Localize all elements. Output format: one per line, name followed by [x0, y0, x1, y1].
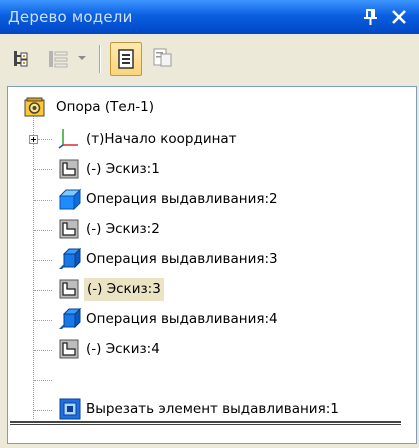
tree-connector: [34, 230, 52, 231]
list-view-icon: [49, 51, 68, 68]
tree-item-label: Вырезать элемент выдавливания:1: [86, 401, 339, 417]
page-copy-button[interactable]: [148, 42, 180, 76]
close-icon[interactable]: [389, 7, 409, 27]
tree-item-label: Операция выдавливания:4: [86, 311, 278, 327]
toolbar-separator: [99, 45, 101, 73]
tree-root[interactable]: Опора (Тел-1): [18, 91, 278, 123]
tree-connector: [34, 290, 52, 291]
tree-item-sketch-4[interactable]: (-) Эскиз:4: [52, 333, 312, 365]
tree-item-label: (-) Эскиз:2: [86, 221, 160, 237]
tree-item-label-selected: (-) Эскиз:3: [84, 278, 164, 301]
part-icon: [24, 97, 45, 117]
extrude-icon: [58, 188, 82, 211]
tree-connector: [34, 350, 52, 351]
tree-item-sketch-1[interactable]: (-) Эскиз:1: [52, 153, 312, 185]
tree-connector: [34, 320, 52, 321]
panel-title: Дерево модели: [8, 8, 133, 26]
model-tree[interactable]: Опора (Тел-1) (т)Начало координат (-) Эс…: [7, 86, 417, 444]
tree-connector: [34, 200, 52, 201]
page-view-icon: [118, 49, 134, 69]
cut-extrude-icon: [59, 398, 81, 420]
tree-item-extrude-4[interactable]: Операция выдавливания:4: [52, 303, 312, 335]
tree-connector: [38, 139, 52, 140]
tree-item-extrude-3[interactable]: Операция выдавливания:3: [52, 243, 312, 275]
title-bar: Дерево модели: [0, 0, 419, 34]
tree-item-label: (-) Эскиз:4: [86, 341, 160, 357]
tree-item-label: (-) Эскиз:1: [86, 161, 160, 177]
tree-structure-button[interactable]: [6, 42, 36, 76]
tree-connector: [34, 380, 52, 381]
chevron-down-icon: [78, 56, 86, 60]
tree-item-origin[interactable]: (т)Начало координат: [52, 123, 312, 155]
expand-toggle[interactable]: [29, 135, 38, 144]
page-copy-icon: [153, 48, 172, 67]
page-view-button[interactable]: [110, 42, 142, 76]
sketch-icon: [59, 339, 79, 359]
axes-icon: [58, 129, 78, 149]
tree-structure-icon: [14, 51, 28, 67]
tree-root-label: Опора (Тел-1): [56, 99, 155, 115]
tree-connector-line: [33, 115, 34, 419]
extrude-icon: [59, 247, 82, 269]
tree-item-sketch-2[interactable]: (-) Эскиз:2: [52, 213, 312, 245]
model-tree-panel: Дерево модели Опора (Тел-1) (т)Начало ко…: [0, 0, 419, 448]
tree-connector: [34, 260, 52, 261]
sketch-icon: [59, 279, 79, 299]
pin-icon[interactable]: [362, 7, 380, 27]
tree-connector: [34, 169, 52, 170]
sketch-icon: [59, 159, 79, 179]
tree-end-marker: [10, 421, 401, 425]
tree-item-label: (т)Начало координат: [86, 131, 237, 147]
tree-item-label: Операция выдавливания:3: [86, 251, 278, 267]
tree-item-sketch-3[interactable]: (-) Эскиз:3: [52, 273, 312, 305]
extrude-icon: [59, 307, 82, 329]
toolbar: [0, 34, 419, 84]
tree-item-extrude-2[interactable]: Операция выдавливания:2: [52, 183, 312, 215]
sketch-icon: [59, 219, 79, 239]
list-view-dropdown-button[interactable]: [44, 42, 94, 76]
tree-connector: [34, 410, 52, 411]
tree-item-label: Операция выдавливания:2: [86, 191, 278, 207]
